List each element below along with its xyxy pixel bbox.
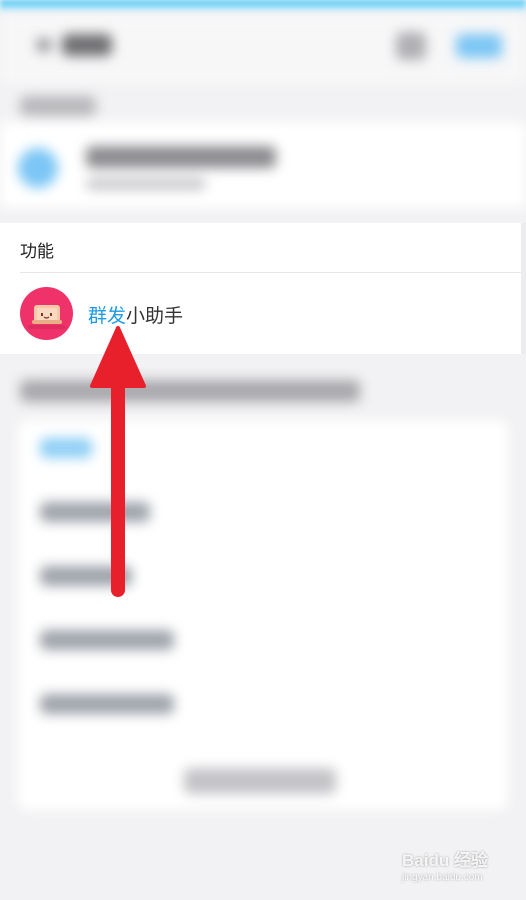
label-highlight: 群发 <box>88 306 127 327</box>
blurred-list-item <box>40 502 150 522</box>
item-label: 群发小助手 <box>88 301 183 328</box>
blurred-back-icon <box>36 38 52 52</box>
blurred-text <box>86 146 276 168</box>
blurred-button <box>456 34 502 58</box>
blurred-avatar <box>18 148 58 188</box>
label-rest: 小助手 <box>126 306 184 327</box>
watermark-url: jingyan.baidu.com <box>402 872 483 883</box>
blurred-button <box>184 768 336 794</box>
mass-message-assistant-icon <box>20 287 73 340</box>
feature-panel: 功能 群发小助手 <box>0 223 521 354</box>
mass-message-assistant-item[interactable]: 群发小助手 <box>0 273 521 354</box>
blurred-icon <box>396 32 426 60</box>
blurred-subtext <box>86 178 206 190</box>
blurred-title <box>62 34 112 56</box>
blurred-list-item <box>40 694 174 714</box>
blurred-list <box>18 420 508 810</box>
blurred-list-item <box>40 566 132 586</box>
blurred-list-item <box>40 438 92 458</box>
blurred-heading <box>20 380 360 402</box>
blurred-background <box>0 0 526 900</box>
section-title: 功能 <box>20 242 54 261</box>
watermark: Baidu 经验 <box>402 851 488 870</box>
panel-edge <box>521 223 526 354</box>
blurred-list-item <box>40 630 174 650</box>
blurred-section <box>20 96 96 116</box>
